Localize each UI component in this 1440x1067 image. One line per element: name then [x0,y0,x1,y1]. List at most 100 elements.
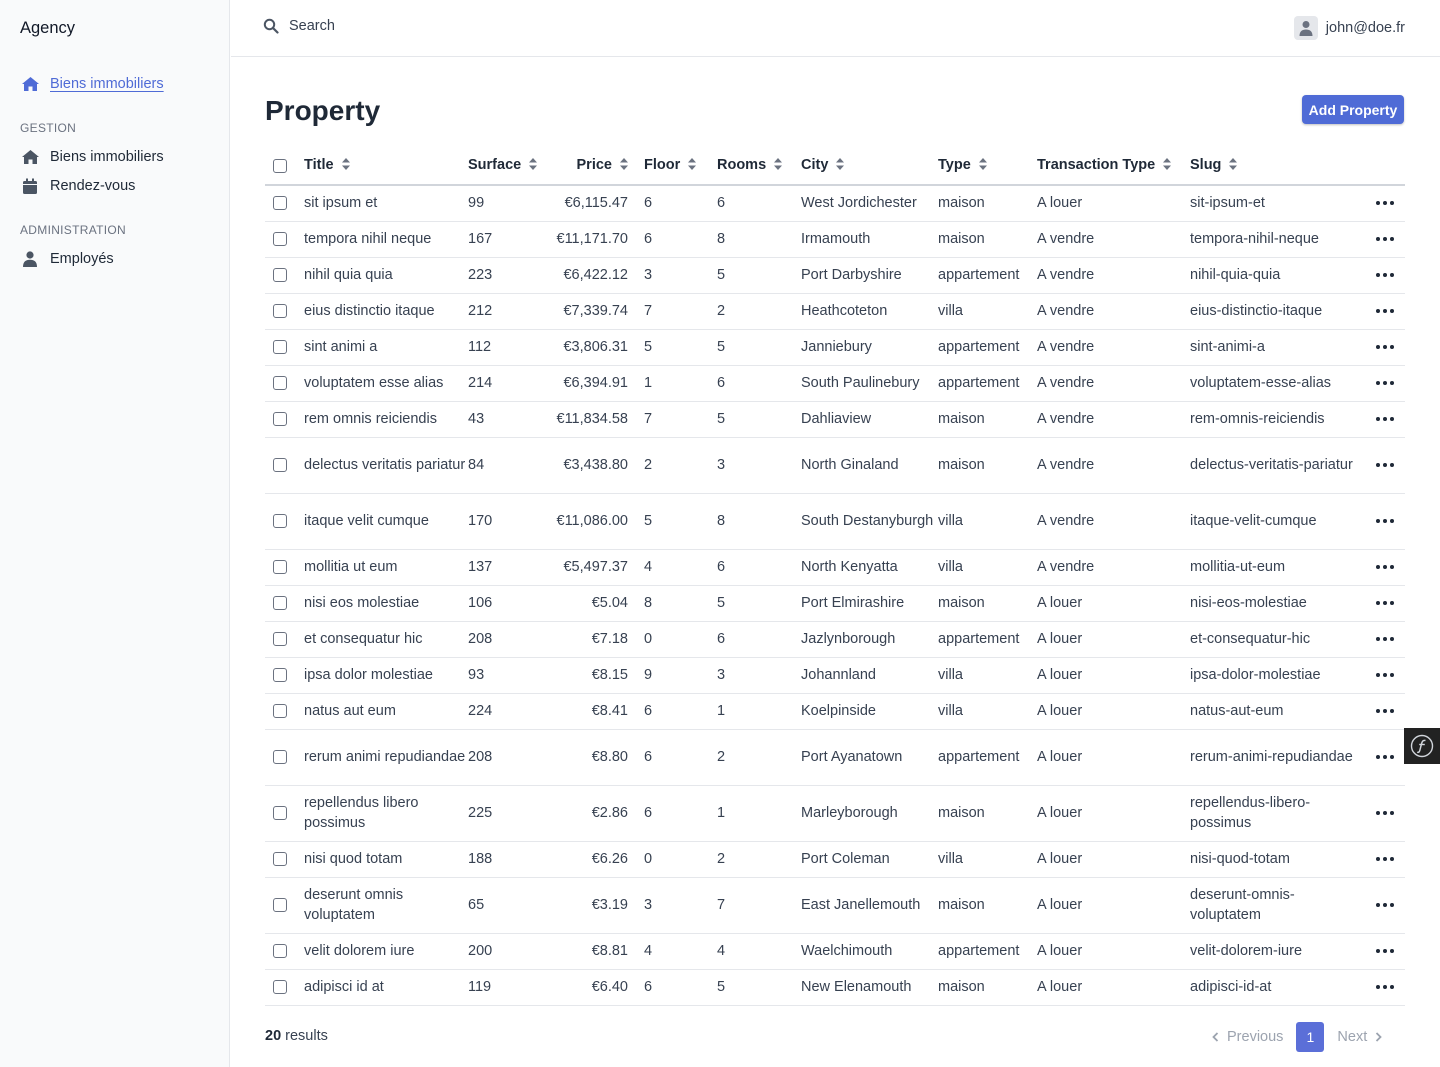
column-header-city[interactable]: City [801,147,938,185]
cell-city: New Elenamouth [801,979,912,995]
row-checkbox[interactable] [273,376,287,390]
row-actions-icon[interactable] [1365,903,1405,907]
row-actions-icon[interactable] [1365,755,1405,759]
column-header-rooms[interactable]: Rooms [717,147,801,185]
row-checkbox[interactable] [273,340,287,354]
column-header-surface[interactable]: Surface [468,147,548,185]
results-label: results [281,1028,328,1044]
row-checkbox[interactable] [273,304,287,318]
row-checkbox[interactable] [273,980,287,994]
cell-price: €6,394.91 [563,375,628,391]
table-row: deserunt omnis voluptatem 65 €3.19 3 7 East J… [265,877,1405,933]
row-actions-icon[interactable] [1365,273,1405,277]
sort-icon [620,157,628,174]
row-actions-icon[interactable] [1365,949,1405,953]
cell-title: sit ipsum et [304,195,378,212]
row-checkbox[interactable] [273,806,287,820]
row-checkbox[interactable] [273,560,287,574]
column-header-slug[interactable]: Slug [1190,147,1365,185]
column-header-transaction-type[interactable]: Transaction Type [1037,147,1190,185]
cell-type: villa [938,513,963,529]
cell-surface: 112 [468,339,492,355]
column-header-actions [1365,147,1405,185]
column-header-title[interactable]: Title [304,147,468,185]
cell-type: appartement [938,943,1020,959]
cell-type: appartement [938,749,1020,765]
row-actions-icon[interactable] [1365,237,1405,241]
cell-rooms: 5 [717,979,726,995]
row-actions-icon[interactable] [1365,637,1405,641]
home-icon [20,148,40,166]
row-checkbox[interactable] [273,596,287,610]
row-actions-icon[interactable] [1365,381,1405,385]
cell-surface: 93 [468,667,485,683]
row-checkbox[interactable] [273,232,287,246]
cell-floor: 0 [644,851,653,867]
row-checkbox[interactable] [273,514,287,528]
cell-type: maison [938,457,985,473]
row-actions-icon[interactable] [1365,519,1405,523]
row-actions-icon[interactable] [1365,857,1405,861]
add-property-button[interactable]: Add Property [1302,95,1404,124]
cell-transaction-type: A louer [1037,851,1083,867]
sidebar-item-rendez-vous[interactable]: Rendez-vous [20,175,135,197]
cell-rooms: 8 [717,231,726,247]
symfony-toolbar-button[interactable] [1404,728,1440,764]
row-checkbox[interactable] [273,898,287,912]
row-actions-icon[interactable] [1365,601,1405,605]
sidebar-item-biens-immobiliers[interactable]: Biens immobiliers [20,146,164,168]
row-checkbox[interactable] [273,668,287,682]
page-1-button[interactable]: 1 [1296,1022,1325,1052]
row-actions-icon[interactable] [1365,201,1405,206]
cell-city: Janniebury [801,339,872,355]
cell-price: €2.86 [591,805,628,821]
row-actions-icon[interactable] [1365,985,1405,989]
cell-floor: 2 [644,457,653,473]
column-header-floor[interactable]: Floor [644,147,717,185]
cell-slug: tempora-nihil-neque [1190,231,1319,247]
cell-type: maison [938,595,985,611]
search-input[interactable]: Search [263,18,335,34]
row-actions-icon[interactable] [1365,463,1405,467]
row-checkbox[interactable] [273,268,287,282]
sidebar: Agency Biens immobiliers GESTION Biens i… [0,0,230,1067]
row-actions-icon[interactable] [1365,417,1405,421]
next-page-button[interactable]: Next [1337,1029,1383,1045]
select-all-checkbox[interactable] [273,158,287,173]
sidebar-section-title: ADMINISTRATION [20,223,126,237]
row-checkbox[interactable] [273,632,287,646]
row-checkbox[interactable] [273,852,287,866]
column-header-price[interactable]: Price [548,147,644,185]
cell-type: villa [938,667,963,683]
row-checkbox[interactable] [273,412,287,426]
sidebar-item-employes[interactable]: Employés [20,248,114,270]
results-count: 20 results [265,1028,328,1044]
cell-rooms: 1 [717,703,726,719]
cell-floor: 8 [644,595,653,611]
row-actions-icon[interactable] [1365,345,1405,349]
row-actions-icon[interactable] [1365,673,1405,677]
avatar [1293,16,1318,40]
cell-surface: 224 [468,703,493,719]
row-checkbox[interactable] [273,750,287,764]
row-checkbox[interactable] [273,458,287,472]
cell-price: €5,497.37 [563,559,628,575]
column-header-type[interactable]: Type [938,147,1037,185]
cell-floor: 3 [644,897,653,913]
row-actions-icon[interactable] [1365,309,1405,313]
user-menu[interactable]: john@doe.fr [1293,16,1405,40]
row-actions-icon[interactable] [1365,811,1405,815]
row-checkbox[interactable] [273,196,287,211]
row-actions-icon[interactable] [1365,709,1405,713]
table-row: rerum animi repudiandae 208 €8.80 6 2 Port Ay… [265,729,1405,785]
cell-title: mollitia ut eum [304,559,398,575]
cell-type: appartement [938,631,1020,647]
cell-rooms: 2 [717,303,726,319]
previous-page-button[interactable]: Previous [1212,1029,1283,1045]
cell-title: deserunt omnis voluptatem [304,887,404,923]
row-checkbox[interactable] [273,704,287,718]
row-checkbox[interactable] [273,944,287,958]
row-actions-icon[interactable] [1365,565,1405,569]
cell-title: nisi eos molestiae [304,595,420,611]
sidebar-item-biens-immobiliers-active[interactable]: Biens immobiliers [20,73,164,95]
